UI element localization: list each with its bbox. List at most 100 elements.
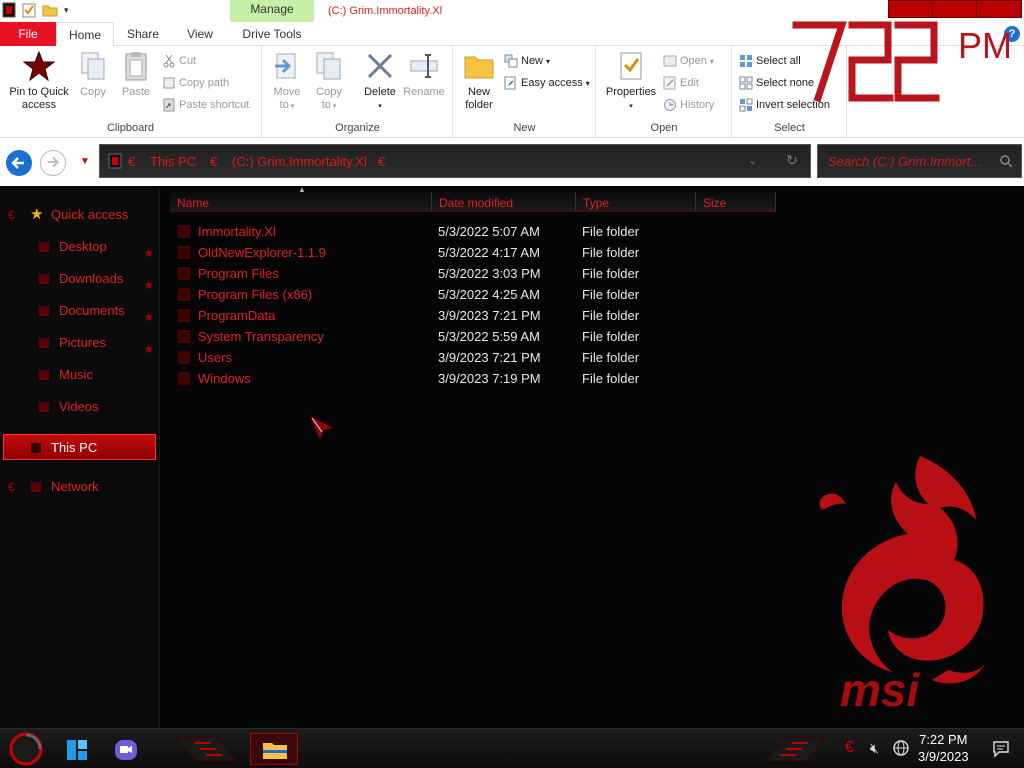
network-globe-icon[interactable] <box>892 739 910 757</box>
history-button[interactable]: History <box>663 98 714 112</box>
star-icon <box>23 50 55 82</box>
nav-music-label: Music <box>59 367 93 382</box>
select-all-button[interactable]: Select all <box>739 54 801 68</box>
clipboard-group: Pin to Quick access Copy Paste Cut Copy … <box>0 46 262 138</box>
breadcrumb-separator-icon[interactable]: € <box>128 154 135 169</box>
copy-to-button[interactable]: Copy to ▾ <box>311 50 347 113</box>
table-row[interactable]: Windows 3/9/2023 7:19 PM File folder <box>176 368 676 389</box>
nav-downloads[interactable]: Downloads ★ <box>0 266 160 292</box>
msi-tray-icon[interactable]: € <box>845 739 854 757</box>
nav-videos[interactable]: Videos <box>0 394 160 420</box>
table-row[interactable]: OldNewExplorer-1.1.9 5/3/2022 4:17 AM Fi… <box>176 242 676 263</box>
breadcrumb-this-pc[interactable]: This PC <box>150 154 196 169</box>
new-folder-button[interactable]: New folder <box>458 50 500 112</box>
msi-dragon-logo: msi <box>819 456 986 716</box>
table-row[interactable]: Program Files 5/3/2022 3:03 PM File fold… <box>176 263 676 284</box>
title-bar: ▾ Manage (C:) Grim.Immortality.Xl <box>0 0 1024 22</box>
cut-button[interactable]: Cut <box>162 54 196 68</box>
tab-manage[interactable]: Manage <box>230 0 314 22</box>
nav-this-pc[interactable]: This PC <box>3 434 156 460</box>
select-none-button[interactable]: Select none <box>739 76 814 90</box>
paste-shortcut-button[interactable]: Paste shortcut <box>162 98 249 112</box>
invert-selection-label: Invert selection <box>756 99 830 111</box>
taskbar-clock[interactable]: 7:22 PM 3/9/2023 <box>918 731 969 765</box>
nav-network[interactable]: € Network <box>0 474 160 500</box>
downloads-icon <box>39 274 49 284</box>
copy-button[interactable]: Copy <box>74 50 112 99</box>
new-item-button[interactable]: New ▾ <box>504 54 550 68</box>
table-row[interactable]: Immortality.Xl 5/3/2022 5:07 AM File fol… <box>176 221 676 242</box>
task-view-icon[interactable] <box>66 739 88 761</box>
customize-toolbar-chevron-icon[interactable]: ▾ <box>64 5 69 16</box>
window-controls[interactable] <box>888 0 1022 18</box>
file-name: ProgramData <box>198 308 276 323</box>
paste-button[interactable]: Paste <box>116 50 156 99</box>
minimize-button[interactable] <box>889 1 933 17</box>
tab-view[interactable]: View <box>172 22 228 46</box>
rename-button[interactable]: Rename <box>401 50 447 99</box>
network-icon <box>31 482 41 492</box>
back-button[interactable] <box>6 150 32 176</box>
paste-label: Paste <box>121 86 151 98</box>
breadcrumb-drive[interactable]: (C:) Grim.Immortality.Xl <box>232 154 367 169</box>
breadcrumb-separator-icon[interactable]: € <box>210 154 217 169</box>
breadcrumb-separator-icon[interactable]: € <box>378 154 385 169</box>
chat-icon[interactable] <box>114 738 138 762</box>
move-to-button[interactable]: Move to ▾ <box>269 50 305 113</box>
notifications-icon[interactable] <box>992 740 1010 758</box>
open-button[interactable]: Open ▾ <box>663 54 714 68</box>
nav-documents[interactable]: Documents ★ <box>0 298 160 324</box>
delete-button[interactable]: Delete ▾ <box>357 50 403 113</box>
select-none-icon <box>739 76 753 90</box>
organize-group-label: Organize <box>335 122 380 134</box>
start-button-icon[interactable] <box>8 731 44 767</box>
app-icon[interactable] <box>2 2 16 18</box>
address-bar[interactable]: € This PC € (C:) Grim.Immortality.Xl € ⌄… <box>99 144 811 178</box>
table-row[interactable]: Users 3/9/2023 7:21 PM File folder <box>176 347 676 368</box>
search-box[interactable]: Search (C:) Grim.Immort... <box>817 144 1022 178</box>
delete-label: Delete <box>364 86 396 98</box>
column-header-date[interactable]: Date modified <box>432 192 576 212</box>
table-row[interactable]: System Transparency 5/3/2022 5:59 AM Fil… <box>176 326 676 347</box>
table-row[interactable]: Program Files (x86) 5/3/2022 4:25 AM Fil… <box>176 284 676 305</box>
nav-documents-label: Documents <box>59 303 125 318</box>
maximize-button[interactable] <box>933 1 977 17</box>
expand-chevron-icon[interactable]: € <box>8 202 15 228</box>
properties-icon[interactable] <box>22 2 36 18</box>
nav-desktop[interactable]: Desktop ★ <box>0 234 160 260</box>
ribbon-tabs: File Home Share View Drive Tools <box>0 22 1024 46</box>
column-header-size[interactable]: Size <box>696 192 776 212</box>
table-row[interactable]: ProgramData 3/9/2023 7:21 PM File folder <box>176 305 676 326</box>
new-folder-icon[interactable] <box>42 2 58 18</box>
column-header-type[interactable]: Type <box>576 192 696 212</box>
tab-home[interactable]: Home <box>56 22 114 46</box>
easy-access-button[interactable]: Easy access ▾ <box>504 76 590 90</box>
select-none-label: Select none <box>756 77 815 89</box>
address-dropdown-chevron-icon[interactable]: ⌄ <box>748 154 757 167</box>
pin-to-quick-access-button[interactable]: Pin to Quick access <box>6 50 72 112</box>
select-all-icon <box>740 55 752 67</box>
file-date: 5/3/2022 3:03 PM <box>438 266 541 281</box>
taskbar: € 🔇︎ 7:22 PM 3/9/2023 <box>0 728 1024 768</box>
nav-quick-access[interactable]: € ★ Quick access <box>0 202 160 228</box>
help-button[interactable]: ? <box>1004 26 1020 42</box>
recent-locations-chevron-icon[interactable]: ▼ <box>80 156 90 167</box>
expand-chevron-icon[interactable]: € <box>8 474 15 500</box>
column-headers: ▲ Name Date modified Type Size <box>160 185 1024 212</box>
refresh-icon[interactable]: ↻ <box>786 152 798 169</box>
tab-file[interactable]: File <box>0 22 56 46</box>
nav-pictures[interactable]: Pictures ★ <box>0 330 160 356</box>
pin-label-1: Pin to Quick <box>9 86 69 98</box>
invert-selection-button[interactable]: Invert selection <box>739 98 830 112</box>
volume-muted-icon[interactable]: 🔇︎ <box>870 740 879 757</box>
forward-button[interactable] <box>40 150 66 176</box>
taskbar-file-explorer[interactable] <box>250 733 298 765</box>
column-header-name[interactable]: Name <box>170 192 432 212</box>
close-button[interactable] <box>977 1 1021 17</box>
edit-button[interactable]: Edit <box>663 76 699 90</box>
tab-drive-tools[interactable]: Drive Tools <box>230 22 314 46</box>
nav-music[interactable]: Music <box>0 362 160 388</box>
tab-share[interactable]: Share <box>114 22 172 46</box>
properties-button[interactable]: Properties ▾ <box>603 50 659 113</box>
copy-path-button[interactable]: Copy path <box>162 76 229 90</box>
